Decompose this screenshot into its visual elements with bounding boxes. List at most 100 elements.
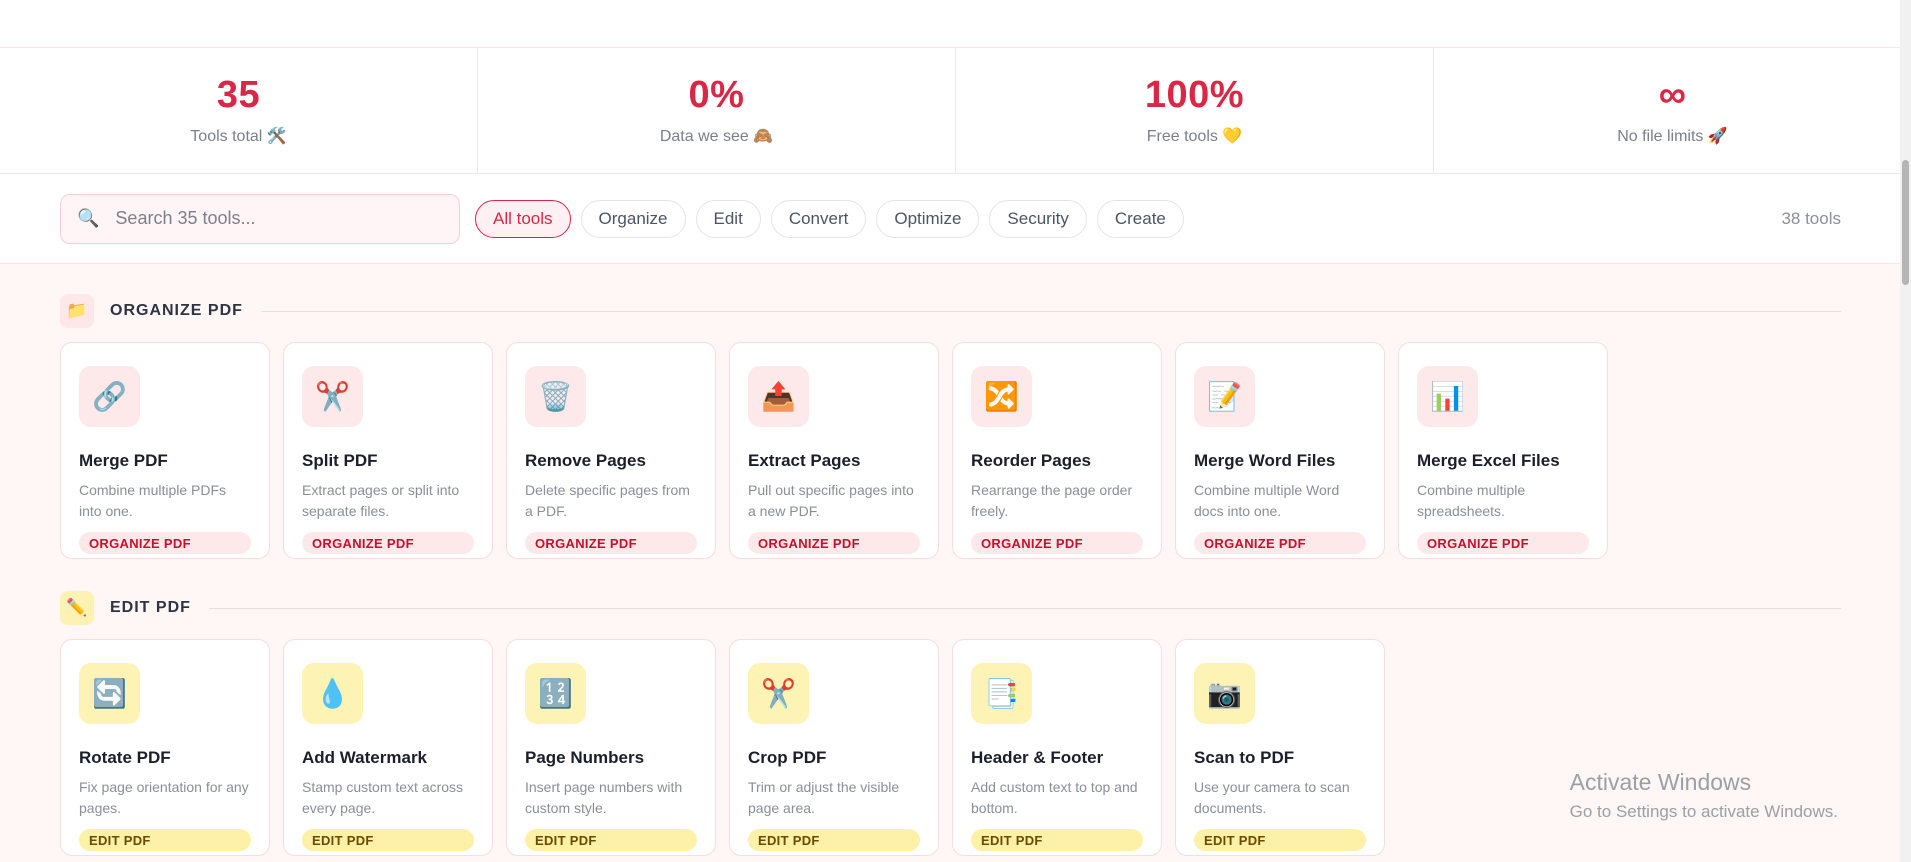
- tool-card-crop-pdf[interactable]: ✂️ Crop PDF Trim or adjust the visible p…: [729, 639, 939, 856]
- camera-icon: 📷: [1194, 663, 1255, 724]
- link-icon: 🔗: [79, 366, 140, 427]
- tool-category-tag: EDIT PDF: [525, 829, 697, 851]
- tool-category-tag: ORGANIZE PDF: [79, 532, 251, 554]
- tool-description: Use your camera to scan documents.: [1194, 779, 1350, 816]
- tool-card-page-numbers[interactable]: 🔢 Page Numbers Insert page numbers with …: [506, 639, 716, 856]
- tool-description: Fix page orientation for any pages.: [79, 779, 249, 816]
- watermark-title: Activate Windows: [1569, 769, 1752, 795]
- tool-title: Add Watermark: [302, 748, 428, 767]
- trash-icon: 🗑️: [525, 366, 586, 427]
- section-organize: 📁 ORGANIZE PDF 🔗 Merge PDF Combine multi…: [60, 294, 1851, 559]
- scissors-icon: ✂️: [302, 366, 363, 427]
- tool-card-scan-to-pdf[interactable]: 📷 Scan to PDF Use your camera to scan do…: [1175, 639, 1385, 856]
- tool-description: Extract pages or split into separate fil…: [302, 482, 460, 519]
- tool-card-merge-word-files[interactable]: 📝 Merge Word Files Combine multiple Word…: [1175, 342, 1385, 559]
- tool-description: Trim or adjust the visible page area.: [748, 779, 900, 816]
- tool-card-header-footer[interactable]: 📑 Header & Footer Add custom text to top…: [952, 639, 1162, 856]
- scrollbar-thumb[interactable]: [1902, 160, 1909, 285]
- tool-grid: 🔄 Rotate PDF Fix page orientation for an…: [60, 639, 1851, 856]
- numbers-icon: 🔢: [525, 663, 586, 724]
- bar-chart-icon: 📊: [1417, 366, 1478, 427]
- tools-count: 38 tools: [1781, 208, 1841, 228]
- page-scrollbar[interactable]: [1900, 0, 1911, 862]
- stats-bar: 35 Tools total 🛠️ 0% Data we see 🙈 100% …: [0, 48, 1911, 174]
- tool-card-merge-pdf[interactable]: 🔗 Merge PDF Combine multiple PDFs into o…: [60, 342, 270, 559]
- stat-file-limits: ∞ No file limits 🚀: [1434, 48, 1911, 173]
- tool-description: Combine multiple spreadsheets.: [1417, 482, 1526, 519]
- tool-description: Pull out specific pages into a new PDF.: [748, 482, 914, 519]
- tool-description: Delete specific pages from a PDF.: [525, 482, 690, 519]
- tool-title: Split PDF: [302, 451, 378, 470]
- filter-optimize[interactable]: Optimize: [876, 199, 980, 238]
- tool-card-extract-pages[interactable]: 📤 Extract Pages Pull out specific pages …: [729, 342, 939, 559]
- stat-data-we-see: 0% Data we see 🙈: [478, 48, 956, 173]
- tool-description: Combine multiple Word docs into one.: [1194, 482, 1340, 519]
- stat-label: Data we see 🙈: [659, 127, 774, 145]
- tool-card-split-pdf[interactable]: ✂️ Split PDF Extract pages or split into…: [283, 342, 493, 559]
- filter-all-tools[interactable]: All tools: [475, 199, 571, 238]
- rotate-icon: 🔄: [79, 663, 140, 724]
- tool-title: Merge Word Files: [1194, 451, 1336, 470]
- category-filters: All tools Organize Edit Convert Optimize…: [475, 199, 1184, 238]
- stat-label: No file limits 🚀: [1617, 127, 1728, 145]
- stat-value: 0%: [688, 73, 745, 116]
- stat-value: ∞: [1658, 73, 1687, 116]
- document-icon: 📑: [971, 663, 1032, 724]
- tool-description: Rearrange the page order freely.: [971, 482, 1133, 519]
- tool-title: Remove Pages: [525, 451, 646, 470]
- stat-label: Tools total 🛠️: [190, 127, 287, 145]
- search-input[interactable]: [115, 208, 443, 229]
- tool-card-reorder-pages[interactable]: 🔀 Reorder Pages Rearrange the page order…: [952, 342, 1162, 559]
- tool-title: Merge Excel Files: [1417, 451, 1560, 470]
- search-box[interactable]: 🔍: [60, 193, 460, 244]
- stat-tools-total: 35 Tools total 🛠️: [0, 48, 478, 173]
- tool-title: Header & Footer: [971, 748, 1104, 767]
- filter-convert[interactable]: Convert: [770, 199, 867, 238]
- tool-category-tag: EDIT PDF: [79, 829, 251, 851]
- tool-category-tag: ORGANIZE PDF: [1194, 532, 1366, 554]
- tool-title: Page Numbers: [525, 748, 645, 767]
- tool-card-add-watermark[interactable]: 💧 Add Watermark Stamp custom text across…: [283, 639, 493, 856]
- filter-edit[interactable]: Edit: [695, 199, 761, 238]
- pencil-icon: ✏️: [60, 591, 94, 625]
- tool-description: Stamp custom text across every page.: [302, 779, 464, 816]
- tool-category-tag: ORGANIZE PDF: [302, 532, 474, 554]
- tool-description: Combine multiple PDFs into one.: [79, 482, 227, 519]
- tool-category-tag: ORGANIZE PDF: [1417, 532, 1589, 554]
- tool-card-merge-excel-files[interactable]: 📊 Merge Excel Files Combine multiple spr…: [1398, 342, 1608, 559]
- section-title: ORGANIZE PDF: [110, 302, 243, 319]
- tool-grid: 🔗 Merge PDF Combine multiple PDFs into o…: [60, 342, 1851, 559]
- watermark-subtitle: Go to Settings to activate Windows.: [1569, 802, 1838, 821]
- memo-icon: 📝: [1194, 366, 1255, 427]
- stat-label: Free tools 💛: [1146, 127, 1243, 145]
- filter-bar: 🔍 All tools Organize Edit Convert Optimi…: [0, 174, 1911, 264]
- top-bar: [0, 0, 1911, 48]
- section-divider: [208, 607, 1841, 609]
- filter-organize[interactable]: Organize: [580, 199, 686, 238]
- tool-title: Crop PDF: [748, 748, 827, 767]
- tool-category-tag: EDIT PDF: [302, 829, 474, 851]
- scissors-icon: ✂️: [748, 663, 809, 724]
- tool-card-rotate-pdf[interactable]: 🔄 Rotate PDF Fix page orientation for an…: [60, 639, 270, 856]
- section-divider: [260, 310, 1841, 312]
- tool-title: Extract Pages: [748, 451, 861, 470]
- section-title: EDIT PDF: [110, 599, 191, 616]
- tool-category-tag: ORGANIZE PDF: [971, 532, 1143, 554]
- filter-create[interactable]: Create: [1096, 199, 1184, 238]
- activate-windows-watermark: Activate Windows Go to Settings to activ…: [1570, 769, 1838, 822]
- tool-category-tag: ORGANIZE PDF: [748, 532, 920, 554]
- folder-icon: 📁: [60, 294, 94, 328]
- section-header: ✏️ EDIT PDF: [60, 591, 1851, 625]
- tool-title: Reorder Pages: [971, 451, 1091, 470]
- tools-main: 📁 ORGANIZE PDF 🔗 Merge PDF Combine multi…: [0, 264, 1911, 862]
- tool-title: Scan to PDF: [1194, 748, 1295, 767]
- tool-card-remove-pages[interactable]: 🗑️ Remove Pages Delete specific pages fr…: [506, 342, 716, 559]
- tool-category-tag: EDIT PDF: [971, 829, 1143, 851]
- tool-title: Merge PDF: [79, 451, 168, 470]
- tool-category-tag: EDIT PDF: [748, 829, 920, 851]
- filter-security[interactable]: Security: [989, 199, 1087, 238]
- stat-free-tools: 100% Free tools 💛: [956, 48, 1434, 173]
- droplet-icon: 💧: [302, 663, 363, 724]
- search-icon: 🔍: [77, 208, 100, 228]
- outbox-icon: 📤: [748, 366, 809, 427]
